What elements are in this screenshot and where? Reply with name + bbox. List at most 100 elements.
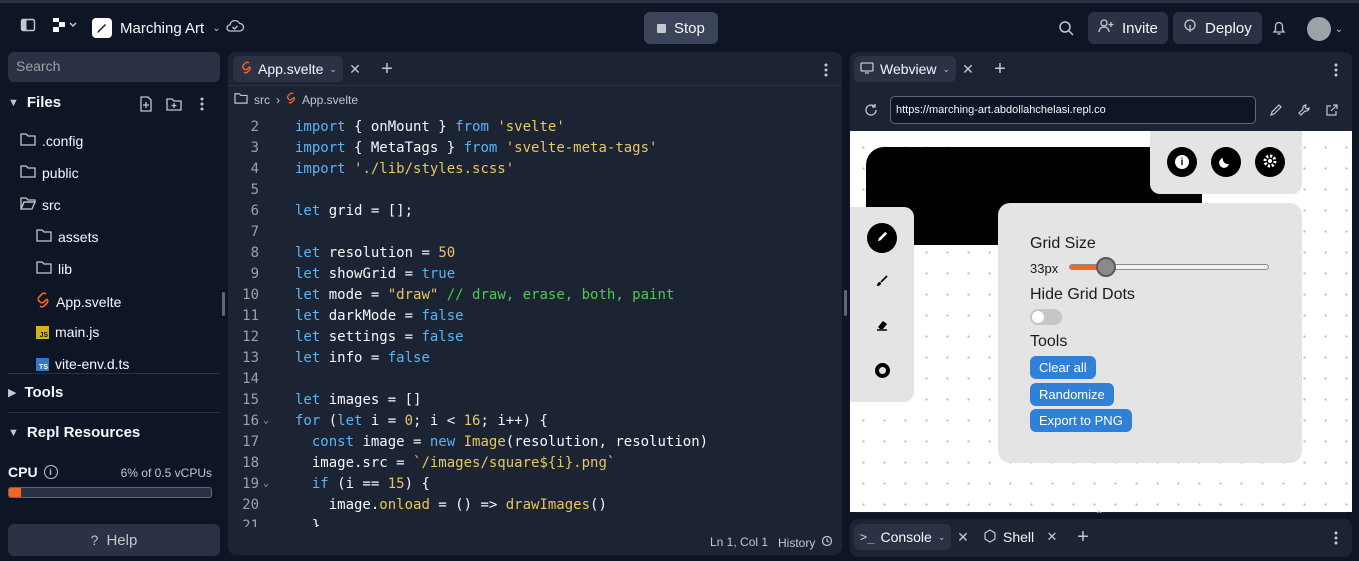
- info-icon: i: [1175, 155, 1189, 169]
- sidebar-resize-handle[interactable]: [222, 292, 225, 316]
- more-options-icon[interactable]: [816, 60, 836, 80]
- add-tab-icon[interactable]: +: [1072, 526, 1094, 548]
- console-panel: >_ Console ⌄ ✕ Shell ✕ +: [850, 519, 1352, 557]
- close-tab-icon[interactable]: ✕: [345, 59, 365, 79]
- svelte-icon: [241, 61, 252, 77]
- slider-thumb[interactable]: [1095, 257, 1116, 277]
- stop-button[interactable]: Stop: [644, 12, 718, 44]
- breadcrumb-folder[interactable]: src: [254, 93, 270, 107]
- sidebar-toggle-icon[interactable]: [16, 13, 40, 37]
- line-number: 5: [250, 182, 259, 198]
- new-folder-icon[interactable]: [164, 94, 184, 114]
- info-button[interactable]: i: [1167, 147, 1197, 177]
- clear-all-button[interactable]: Clear all: [1030, 356, 1096, 379]
- tab-app-svelte[interactable]: App.svelte ⌄: [233, 56, 343, 82]
- settings-button[interactable]: [1255, 147, 1285, 177]
- bell-icon[interactable]: [1268, 16, 1290, 40]
- top-bar: Marching Art ⌄ Stop Invite Deploy ⌄: [0, 0, 1359, 52]
- file-tree-label: App.svelte: [56, 293, 122, 310]
- avatar: [1306, 17, 1331, 41]
- line-number: 14: [242, 371, 259, 387]
- fold-icon[interactable]: ⌄: [263, 478, 269, 489]
- more-options-icon[interactable]: [192, 94, 212, 114]
- repl-title-button[interactable]: Marching Art ⌄: [86, 13, 227, 43]
- more-options-icon[interactable]: [1326, 528, 1346, 548]
- fold-icon[interactable]: ⌄: [263, 415, 269, 426]
- deploy-button[interactable]: Deploy: [1173, 12, 1262, 44]
- help-label: Help: [106, 531, 138, 549]
- editor-status-position[interactable]: Ln 1, Col 1: [710, 535, 768, 549]
- code-line: image.src = `/images/square${i}.png`: [295, 455, 616, 471]
- file-tree-item-public[interactable]: public: [20, 164, 79, 181]
- eraser-tool-button[interactable]: [867, 311, 897, 341]
- webview-content[interactable]: i: [850, 131, 1352, 512]
- file-tree-item-main-js[interactable]: JS main.js: [36, 324, 99, 340]
- tab-shell[interactable]: Shell: [977, 524, 1040, 550]
- help-button[interactable]: ? Help: [8, 524, 220, 556]
- grid-size-value: 33px: [1030, 261, 1059, 276]
- folder-icon: [36, 228, 52, 245]
- toggle-knob: [1032, 311, 1044, 323]
- panel-resize-handle[interactable]: [844, 290, 847, 316]
- chevron-right-icon: ▶: [8, 387, 17, 399]
- hide-dots-title: Hide Grid Dots: [1030, 286, 1135, 303]
- file-tree-item-config[interactable]: .config: [20, 132, 83, 149]
- url-input[interactable]: https://marching-art.abdollahchelasi.rep…: [890, 96, 1256, 124]
- tools-title: Tools: [1030, 333, 1068, 350]
- open-new-tab-icon[interactable]: [1322, 100, 1342, 120]
- new-file-icon[interactable]: [136, 94, 156, 114]
- brush-tool-button[interactable]: [867, 267, 897, 297]
- file-tree-item-assets[interactable]: assets: [36, 228, 98, 245]
- grid-size-slider[interactable]: [1069, 257, 1269, 277]
- file-tree-item-app-svelte[interactable]: App.svelte: [36, 292, 121, 311]
- file-tree-item-lib[interactable]: lib: [36, 260, 72, 277]
- code-line: }: [295, 518, 321, 527]
- tab-label: Shell: [1003, 529, 1035, 545]
- breadcrumb-file[interactable]: App.svelte: [302, 93, 358, 107]
- draw-tool-button[interactable]: [867, 223, 897, 253]
- search-icon[interactable]: [1055, 17, 1077, 39]
- repl-avatar-icon: [92, 18, 112, 38]
- files-header[interactable]: ▼ Files: [8, 94, 61, 111]
- file-tree-item-vite-env[interactable]: TS vite-env.d.ts: [36, 356, 129, 372]
- invite-button[interactable]: Invite: [1088, 12, 1168, 44]
- repl-resources-header[interactable]: ▼ Repl Resources: [8, 424, 140, 441]
- line-number: 19: [242, 476, 259, 492]
- user-avatar-button[interactable]: ⌄: [1305, 15, 1345, 43]
- history-button[interactable]: History: [778, 535, 833, 550]
- divider: [8, 373, 220, 374]
- line-number: 10: [242, 287, 259, 303]
- drawing-shape: [950, 131, 1150, 147]
- repl-name: Marching Art: [120, 19, 205, 37]
- devtools-icon[interactable]: [1294, 100, 1314, 120]
- close-tab-icon[interactable]: ✕: [1042, 527, 1062, 547]
- replit-logo-icon[interactable]: [50, 13, 80, 37]
- dark-mode-button[interactable]: [1211, 147, 1241, 177]
- file-tree-item-src[interactable]: src: [20, 196, 61, 213]
- tab-console[interactable]: >_ Console ⌄: [854, 524, 952, 550]
- tab-webview[interactable]: Webview ⌄: [854, 56, 957, 82]
- pencil-icon[interactable]: [1266, 100, 1286, 120]
- search-input[interactable]: Search: [8, 52, 220, 82]
- add-tab-icon[interactable]: +: [989, 58, 1011, 80]
- refresh-icon[interactable]: [860, 99, 882, 121]
- more-options-icon[interactable]: [1326, 60, 1346, 80]
- paint-tool-button[interactable]: [867, 355, 897, 385]
- cloud-check-icon[interactable]: [224, 15, 246, 37]
- randomize-button[interactable]: Randomize: [1030, 383, 1114, 406]
- code-line: for (let i = 0; i < 16; i++) {: [295, 413, 548, 429]
- code-line: const image = new Image(resolution, reso…: [311, 434, 709, 450]
- close-tab-icon[interactable]: ✕: [953, 527, 973, 547]
- close-tab-icon[interactable]: ✕: [958, 59, 978, 79]
- tools-header[interactable]: ▶ Tools: [8, 384, 63, 401]
- add-tab-icon[interactable]: +: [376, 58, 398, 80]
- tab-label: Webview: [880, 61, 937, 77]
- code-editor[interactable]: 2 3 4 5 6 7 8 9 10 11 12 13 14 15 16 17 18 19 20 21 import …: [229, 115, 841, 527]
- export-png-button[interactable]: Export to PNG: [1030, 409, 1132, 432]
- hide-dots-toggle[interactable]: [1030, 309, 1062, 325]
- chevron-down-icon: ⌄: [942, 63, 951, 74]
- info-icon[interactable]: i: [43, 465, 58, 479]
- files-title: Files: [26, 94, 62, 111]
- chevron-down-icon: ⌄: [212, 22, 221, 34]
- svelte-icon: [36, 292, 50, 311]
